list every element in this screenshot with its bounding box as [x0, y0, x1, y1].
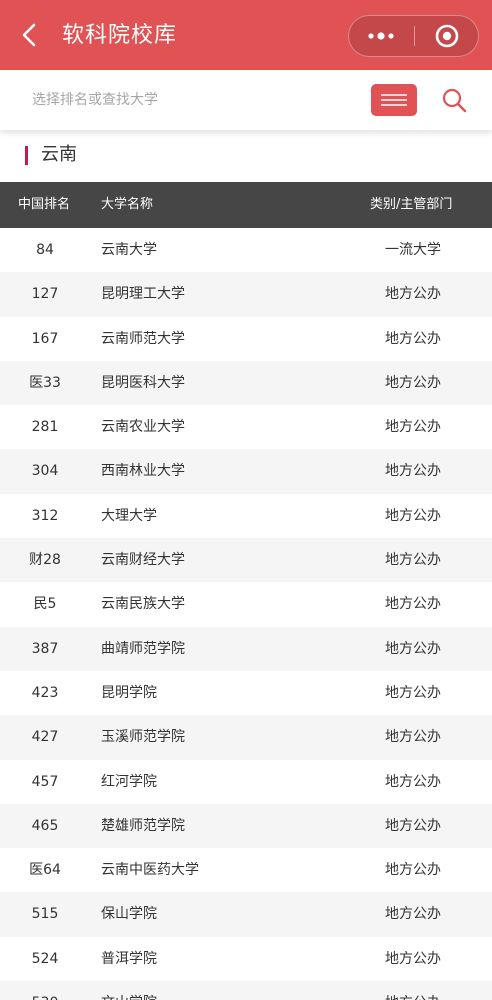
table-header: 中国排名 大学名称 类别/主管部门 — [0, 182, 492, 228]
table-row[interactable]: 医64 云南中医药大学 地方公办 — [0, 848, 492, 892]
university-name-cell: 玉溪师范学院 — [101, 729, 185, 746]
university-name-cell: 昆明医科大学 — [101, 374, 185, 391]
category-cell: 地方公办 — [385, 906, 441, 923]
category-cell: 地方公办 — [385, 286, 441, 303]
app-header: 软科院校库 — [0, 0, 492, 70]
university-name-cell: 西南林业大学 — [101, 463, 185, 480]
menu-lines-icon — [381, 94, 407, 106]
category-cell: 地方公办 — [385, 330, 441, 347]
close-button[interactable] — [415, 16, 479, 56]
university-name-cell: 云南财经大学 — [101, 552, 185, 569]
page: 软科院校库 选择排名或查找大学 云南 中国排名 大学名称 类别/主管部门 84 … — [0, 0, 492, 1000]
category-cell: 地方公办 — [385, 817, 441, 834]
table-row[interactable]: 465 楚雄师范学院 地方公办 — [0, 803, 492, 849]
university-name-cell: 昆明理工大学 — [101, 286, 185, 303]
chevron-left-icon — [22, 23, 36, 47]
heading-accent-bar — [25, 146, 28, 165]
table-row[interactable]: 167 云南师范大学 地方公办 — [0, 317, 492, 361]
mini-program-capsule — [348, 15, 479, 57]
rank-cell: 312 — [31, 507, 59, 524]
university-name-cell: 云南中医药大学 — [101, 862, 199, 879]
university-name-cell: 大理大学 — [101, 507, 157, 524]
university-name-cell: 普洱学院 — [101, 950, 157, 967]
search-button[interactable] — [438, 84, 470, 116]
search-icon — [442, 88, 467, 113]
university-name-cell: 云南师范大学 — [101, 330, 185, 347]
university-name-cell: 红河学院 — [101, 773, 157, 790]
category-cell: 地方公办 — [353, 981, 473, 1000]
rank-cell: 医33 — [29, 374, 61, 391]
rank-cell: 财28 — [29, 552, 61, 569]
more-button[interactable] — [349, 16, 413, 56]
category-cell: 地方公办 — [385, 950, 441, 967]
category-cell: 一流大学 — [385, 242, 441, 258]
rank-cell: 465 — [31, 817, 59, 834]
table-row[interactable]: 312 大理大学 地方公办 — [0, 494, 492, 538]
table-row[interactable]: 457 红河学院 地方公办 — [0, 760, 492, 804]
rank-cell: 304 — [31, 463, 59, 480]
rank-cell: 84 — [36, 242, 54, 258]
table-row[interactable]: 387 曲靖师范学院 地方公办 — [0, 626, 492, 671]
university-name-cell: 云南农业大学 — [101, 419, 185, 436]
category-cell: 地方公办 — [385, 463, 441, 480]
search-bar — [0, 70, 492, 130]
rank-cell: 167 — [31, 330, 59, 347]
category-cell: 地方公办 — [385, 862, 441, 879]
region-title: 云南 — [41, 144, 77, 165]
university-name-cell: 云南民族大学 — [101, 596, 185, 613]
table-row[interactable]: 医33 昆明医科大学 地方公办 — [0, 360, 492, 406]
more-dots-icon — [368, 32, 394, 40]
table-row[interactable]: 524 普洱学院 地方公办 — [0, 937, 492, 981]
rank-cell: 民5 — [33, 596, 57, 613]
table-row[interactable]: 427 玉溪师范学院 地方公办 — [0, 715, 492, 760]
rank-cell: 530 — [0, 981, 90, 1000]
university-list: 84 云南大学 一流大学 127 昆明理工大学 地方公办 167 云南师范大学 地方公办 医… — [0, 228, 492, 1000]
category-cell: 地方公办 — [385, 729, 441, 746]
category-cell: 地方公办 — [385, 507, 441, 524]
category-cell: 地方公办 — [385, 773, 441, 790]
table-row[interactable]: 515 保山学院 地方公办 — [0, 892, 492, 937]
table-row[interactable]: 127 昆明理工大学 地方公办 — [0, 272, 492, 317]
table-row[interactable]: 304 西南林业大学 地方公办 — [0, 449, 492, 494]
column-header-name: 大学名称 — [101, 197, 154, 212]
university-name-cell: 昆明学院 — [101, 684, 157, 701]
rank-cell: 281 — [31, 419, 59, 436]
rank-cell: 387 — [31, 640, 59, 657]
category-cell: 地方公办 — [385, 684, 441, 701]
rank-cell: 127 — [31, 286, 59, 303]
table-row[interactable]: 84 云南大学 一流大学 — [0, 228, 492, 272]
category-cell: 地方公办 — [385, 596, 441, 613]
university-name-cell: 曲靖师范学院 — [101, 640, 185, 657]
category-cell: 地方公办 — [385, 374, 441, 391]
university-name-cell: 云南大学 — [101, 242, 157, 258]
filter-menu-button[interactable] — [371, 84, 417, 116]
rank-cell: 515 — [31, 906, 59, 923]
rank-cell: 医64 — [29, 862, 61, 879]
table-row[interactable]: 281 云南农业大学 地方公办 — [0, 405, 492, 449]
table-row[interactable]: 财28 云南财经大学 地方公办 — [0, 538, 492, 583]
target-close-icon — [435, 24, 459, 48]
category-cell: 地方公办 — [385, 640, 441, 657]
search-input[interactable] — [32, 86, 352, 114]
column-header-category: 类别/主管部门 — [370, 197, 453, 212]
rank-cell: 524 — [31, 950, 59, 967]
rank-cell: 457 — [31, 773, 59, 790]
rank-cell: 423 — [31, 684, 59, 701]
university-name-cell: 楚雄师范学院 — [101, 817, 185, 834]
rank-cell: 427 — [31, 729, 59, 746]
university-name-cell: 保山学院 — [101, 906, 157, 923]
category-cell: 地方公办 — [385, 419, 441, 436]
table-row[interactable]: 530 文山学院 地方公办 — [0, 981, 492, 1000]
page-title: 软科院校库 — [62, 23, 178, 48]
back-button[interactable] — [14, 20, 44, 50]
university-name-cell: 文山学院 — [101, 981, 157, 1000]
column-header-rank: 中国排名 — [18, 197, 71, 212]
table-row[interactable]: 民5 云南民族大学 地方公办 — [0, 582, 492, 626]
table-row[interactable]: 423 昆明学院 地方公办 — [0, 671, 492, 715]
category-cell: 地方公办 — [385, 552, 441, 569]
region-heading: 云南 — [0, 130, 492, 182]
